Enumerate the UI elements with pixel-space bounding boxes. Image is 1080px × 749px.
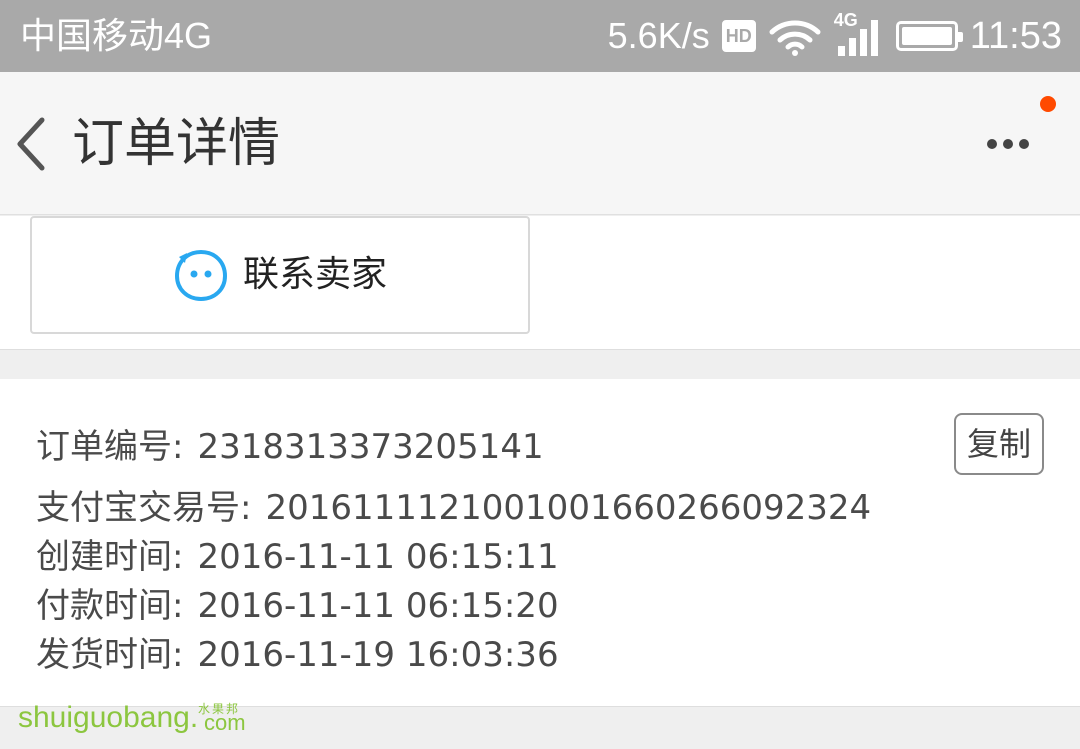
status-indicators: 5.6K/s HD 4G 11:53 (607, 10, 1062, 58)
shipped-time-label: 发货时间: (36, 635, 184, 675)
created-time-value: 2016-11-11 06:15:11 (197, 537, 559, 577)
contact-seller-label: 联系卖家 (242, 254, 387, 295)
created-time-row: 创建时间: 2016-11-11 06:15:11 (36, 537, 559, 577)
order-number-label: 订单编号: (36, 427, 184, 467)
notification-dot (1040, 96, 1056, 112)
battery-icon (895, 21, 963, 51)
shipped-time-value: 2016-11-19 16:03:36 (197, 635, 559, 675)
alipay-trade-label: 支付宝交易号: (36, 488, 252, 528)
alipay-trade-value: 2016111121001001660266092324 (265, 488, 872, 528)
cell-signal-icon (837, 20, 878, 56)
alipay-trade-row: 支付宝交易号: 2016111121001001660266092324 (36, 488, 871, 528)
nav-bar: 订单详情 (0, 72, 1080, 215)
paid-time-value: 2016-11-11 06:15:20 (197, 586, 559, 626)
contact-section: 联系卖家 (0, 216, 1080, 350)
network-speed: 5.6K/s (607, 15, 710, 56)
order-number-value: 2318313373205141 (197, 427, 544, 467)
clock: 11:53 (969, 15, 1062, 57)
contact-seller-button[interactable]: 联系卖家 (30, 216, 530, 334)
order-number-row: 订单编号: 2318313373205141 (36, 427, 544, 467)
watermark-dot: . (189, 701, 199, 734)
page-title: 订单详情 (72, 114, 281, 174)
wifi-icon (769, 20, 821, 56)
back-icon[interactable] (10, 112, 54, 176)
chat-face-icon (174, 249, 227, 302)
shipped-time-row: 发货时间: 2016-11-19 16:03:36 (36, 635, 559, 675)
cell-signal-group: 4G (834, 10, 884, 58)
watermark-text: shuiguobang (18, 701, 190, 734)
copy-button[interactable]: 复制 (954, 413, 1044, 475)
order-info-section: 订单编号: 2318313373205141 复制 支付宝交易号: 20161111… (0, 379, 1080, 707)
status-bar: 中国移动4G 5.6K/s HD 4G 11:53 (0, 0, 1080, 72)
watermark: shuiguobang. 水果邦 com (18, 698, 246, 742)
paid-time-label: 付款时间: (36, 586, 184, 626)
hd-badge: HD (721, 20, 756, 52)
carrier-name: 中国移动4G (20, 15, 213, 56)
more-options-icon[interactable] (972, 120, 1044, 168)
watermark-domain: com (204, 710, 246, 735)
created-time-label: 创建时间: (36, 537, 184, 577)
paid-time-row: 付款时间: 2016-11-11 06:15:20 (36, 586, 559, 626)
